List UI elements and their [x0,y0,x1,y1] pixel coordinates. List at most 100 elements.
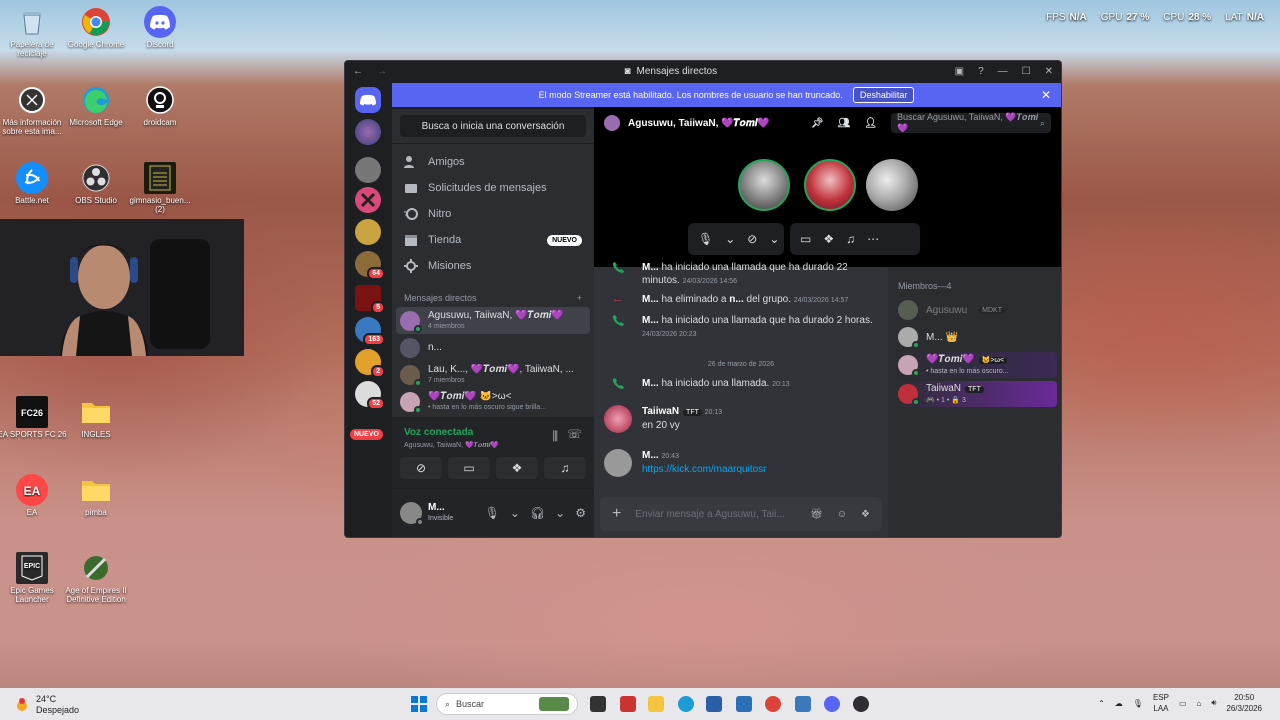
gift-icon[interactable]: 🎁︎ [810,509,823,520]
desktop-icon-battlenet[interactable]: Battle.net [0,162,67,205]
new-servers-pill[interactable]: NUEVO [350,429,383,440]
participant-avatar[interactable] [738,159,790,211]
microphone-icon[interactable]: 🎙︎ [1133,699,1143,708]
server-icon[interactable]: 163 [355,317,385,346]
member-item[interactable]: 💜𝑻𝒐𝒎𝒊💜 🐱>ω< • hasta en lo más oscuro... [894,352,1057,378]
server-icon[interactable]: 52 [355,381,385,410]
dm-item-user[interactable]: n... [396,334,590,361]
clock[interactable]: 20:50 26/3/2026 [1226,692,1262,714]
forward-arrow-icon[interactable]: → [377,66,387,77]
author-name[interactable]: TaiiwaN [642,406,679,417]
windows-start-icon[interactable] [411,696,427,712]
member-item[interactable]: TaiiwaN TFT 🎮 • 1 • 🔒 3 [894,381,1057,407]
dm-search-button[interactable]: Busca o inicia una conversación [400,115,586,137]
desktop-icon-epic[interactable]: EPIC Epic Games Launcher [0,552,67,604]
headphones-icon[interactable]: 🎧︎ [530,506,545,520]
camera-off-icon[interactable]: ⊘ [747,232,757,246]
desktop-icon-obs[interactable]: OBS Studio [61,162,131,205]
more-options-icon[interactable]: ⋯ [867,232,879,246]
desktop-icon-fc26[interactable]: FC26 EA SPORTS FC 26 [0,396,67,439]
volume-icon[interactable]: 🔊︎ [1211,698,1216,708]
nav-friends[interactable]: Amigos [392,149,594,175]
conversation-search[interactable]: Buscar Agusuwu, TaiiwaN, 💜𝑻𝒐𝒎𝒊💜 ⌕ [891,112,1051,133]
onedrive-icon[interactable]: ☁ [1115,699,1123,708]
add-attachment-icon[interactable]: + [612,505,621,523]
microphone-icon[interactable]: 🎙︎ [698,232,713,246]
desktop-icon-edge[interactable]: Microsoft Edge [61,84,131,127]
file-explorer-icon[interactable] [648,696,664,712]
screen-share-icon[interactable]: ▭ [800,232,811,246]
inbox-icon[interactable]: ▣ [955,66,964,77]
weather-widget[interactable]: 24°C Despejado [14,694,79,716]
desktop-icon-discord[interactable]: Discord [125,6,195,49]
desktop-icon-chrome[interactable]: Google Chrome [61,6,131,49]
activities-button[interactable]: ❖ [496,457,538,479]
desktop-icon-gimnasio[interactable]: gimnasio_buen... (2) [125,162,195,214]
server-icon[interactable]: 64 [355,251,385,280]
server-icon[interactable] [355,219,381,245]
nav-nitro[interactable]: Nitro [392,201,594,227]
dm-item-group[interactable]: Lau, K..., 💜𝑻𝒐𝒎𝒊💜, TaiiwaN, ... 7 miembro… [396,361,590,388]
nav-quests[interactable]: Misiones [392,253,594,279]
participant-avatar[interactable] [866,159,918,211]
member-item[interactable]: M... 👑 [894,324,1057,350]
desktop-icon-ea[interactable]: EA EA [0,474,67,517]
voice-waveform-icon[interactable]: ⫼ [552,429,558,444]
obs-icon[interactable] [853,696,869,712]
dm-item-user[interactable]: 💜𝑻𝒐𝒎𝒊💜 🐱>ω< • hasta en lo más oscuro sigu… [396,388,590,415]
chevron-down-icon[interactable]: ⌄ [510,506,520,520]
server-icon[interactable] [355,157,381,183]
author-name[interactable]: M... [642,450,659,461]
network-icon[interactable]: ⌂ [1197,699,1202,708]
minimize-button[interactable]: — [998,66,1008,77]
outlook-icon[interactable] [736,696,752,712]
close-button[interactable]: ✕ [1045,66,1053,77]
home-dm-button[interactable] [355,87,381,113]
back-arrow-icon[interactable]: ← [353,66,363,77]
add-friends-icon[interactable]: 👥︎ [838,118,851,129]
nav-message-requests[interactable]: Solicitudes de mensajes [392,175,594,201]
dm-item-group[interactable]: Agusuwu, TaiiwaN, 💜𝑻𝒐𝒎𝒊💜 4 miembros [396,307,590,334]
message-link[interactable]: https://kick.com/maarquitosr [642,463,888,476]
microphone-icon[interactable]: 🎙︎ [485,506,500,520]
store-icon[interactable] [706,696,722,712]
chrome-icon[interactable] [765,696,781,712]
desktop-icon-spotlight[interactable]: Más información sobre esta ima... [0,84,67,136]
participant-avatar[interactable] [804,159,856,211]
pin-icon[interactable]: 📌︎ [811,118,824,129]
settings-gear-icon[interactable]: ⚙ [575,506,586,520]
taskbar-search[interactable]: ⌕ Buscar [436,693,578,715]
member-item[interactable]: Agusuwu MDKT [894,297,1057,323]
edge-icon[interactable] [678,696,694,712]
notepad-icon[interactable] [795,696,811,712]
desktop-icon-recycle-bin[interactable]: Papelera de reciclaje [0,6,67,58]
server-icon[interactable]: 5 [355,285,385,314]
soundboard-icon[interactable]: ♫ [846,232,855,246]
server-group-dm[interactable] [355,119,381,145]
server-icon[interactable]: 2 [355,349,385,378]
monitor-icon[interactable]: ▭ [1179,699,1187,708]
disconnect-icon[interactable]: ☏ [567,427,582,441]
banner-close-icon[interactable]: ✕ [1041,88,1051,102]
message-input[interactable]: + Enviar mensaje a Agusuwu, Taii... 🎁︎ ☺… [600,497,882,531]
desktop-icon-aoe2[interactable]: Age of Empires II Definitive Edition [61,552,131,604]
help-icon[interactable]: ? [978,66,984,77]
apps-icon[interactable]: ❖ [861,509,870,520]
author-avatar[interactable] [604,449,632,477]
server-icon[interactable] [355,187,381,213]
author-avatar[interactable] [604,405,632,433]
soundboard-button[interactable]: ♫ [544,457,586,479]
desktop-icon-droidcam[interactable]: droidcam [125,84,195,127]
screen-share-button[interactable]: ▭ [448,457,490,479]
add-dm-icon[interactable]: + [577,293,582,303]
discord-icon[interactable] [824,696,840,712]
activities-icon[interactable]: ❖ [823,232,834,246]
camera-toggle-button[interactable]: ⊘ [400,457,442,479]
chevron-up-icon[interactable]: ⌃ [1098,699,1105,708]
nav-shop[interactable]: Tienda NUEVO [392,227,594,253]
members-list-icon[interactable]: 👤︎ [864,118,877,129]
user-avatar[interactable] [400,502,424,526]
language-indicator[interactable]: ESP LAA [1153,692,1169,714]
chevron-down-icon[interactable]: ⌄ [725,232,735,246]
emoji-icon[interactable]: ☺ [837,509,847,520]
